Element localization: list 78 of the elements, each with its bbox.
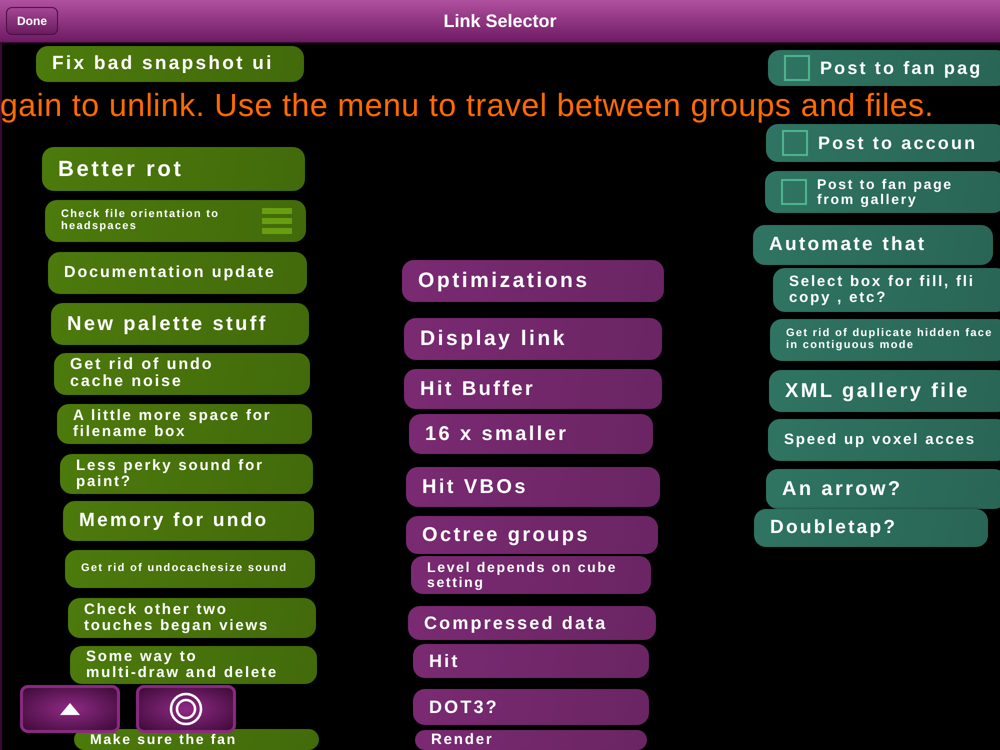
card-label: Optimizations xyxy=(418,270,591,292)
card-label: 16 x smaller xyxy=(425,424,570,444)
card-label: Check other two touches began views xyxy=(84,602,270,634)
card-label: Better rot xyxy=(58,157,184,181)
card-label: Post to fan pag xyxy=(820,58,984,78)
up-button[interactable] xyxy=(20,685,120,733)
card-label: Post to fan page from gallery xyxy=(817,177,954,207)
card-label: Octree groups xyxy=(422,524,591,546)
task-card[interactable]: 16 x smaller xyxy=(409,414,653,454)
task-card[interactable]: Less perky sound for paint? xyxy=(60,454,313,494)
task-card[interactable]: XML gallery file xyxy=(769,370,1000,412)
card-label: An arrow? xyxy=(782,478,904,500)
checkbox[interactable] xyxy=(784,55,810,81)
task-card[interactable]: Hit xyxy=(413,644,649,678)
done-button[interactable]: Done xyxy=(6,7,58,35)
window-title: Link Selector xyxy=(443,10,557,32)
card-label: Make sure the fan xyxy=(90,732,238,747)
task-card[interactable]: Automate that xyxy=(753,225,993,265)
card-label: New palette stuff xyxy=(67,314,269,334)
card-label: Automate that xyxy=(769,235,928,255)
task-card[interactable]: Some way to multi-draw and delete xyxy=(70,646,317,684)
card-label: Get rid of undocachesize sound xyxy=(81,563,288,575)
task-card[interactable]: Render xyxy=(415,730,647,750)
task-card[interactable]: New palette stuff xyxy=(51,303,309,345)
checkbox[interactable] xyxy=(781,179,807,205)
task-card[interactable]: Optimizations xyxy=(402,260,664,302)
card-label: Documentation update xyxy=(64,264,277,282)
task-card[interactable]: Get rid of duplicate hidden face in contiguous mode xyxy=(770,319,1000,361)
task-card[interactable]: Speed up voxel acces xyxy=(768,419,1000,461)
task-card[interactable]: DOT3? xyxy=(413,689,649,725)
task-card[interactable]: Select box for fill, fli copy , etc? xyxy=(773,268,1000,312)
task-card[interactable]: Check file orientation to headspaces xyxy=(45,200,306,242)
task-card[interactable]: Documentation update xyxy=(48,252,307,294)
task-card[interactable]: Compressed data xyxy=(408,606,656,640)
triangle-up-icon xyxy=(60,703,80,715)
card-label: Less perky sound for paint? xyxy=(76,458,265,490)
card-label: DOT3? xyxy=(429,698,500,716)
card-label: Display link xyxy=(420,328,568,350)
card-label: Level depends on cube setting xyxy=(427,560,618,590)
card-label: Compressed data xyxy=(424,614,608,632)
task-card[interactable]: Level depends on cube setting xyxy=(411,556,651,594)
card-label: Get rid of undo cache noise xyxy=(70,357,214,391)
card-label: Post to accoun xyxy=(818,134,978,152)
task-card[interactable]: Display link xyxy=(404,318,662,360)
target-icon xyxy=(169,692,203,726)
hint-text: gain to unlink. Use the menu to travel between groups and files. xyxy=(0,87,934,124)
card-label: Hit Buffer xyxy=(420,378,536,400)
target-button[interactable] xyxy=(136,685,236,733)
task-card[interactable]: Hit VBOs xyxy=(406,467,660,507)
task-card[interactable]: Doubletap? xyxy=(754,509,988,547)
task-card[interactable]: Post to accoun xyxy=(766,124,1000,162)
reorder-icon[interactable] xyxy=(262,208,292,234)
card-label: A little more space for filename box xyxy=(73,408,272,440)
checkbox[interactable] xyxy=(782,130,808,156)
card-label: Doubletap? xyxy=(770,518,898,538)
card-label: Get rid of duplicate hidden face in contiguous mode xyxy=(786,328,994,352)
task-card[interactable]: Post to fan pag xyxy=(768,50,1000,86)
task-card[interactable]: Octree groups xyxy=(406,516,658,554)
card-label: XML gallery file xyxy=(785,380,971,402)
card-label: Some way to multi-draw and delete xyxy=(86,649,279,681)
task-card[interactable]: An arrow? xyxy=(766,469,1000,509)
task-card[interactable]: Check other two touches began views xyxy=(68,598,316,638)
card-label: Check file orientation to headspaces xyxy=(61,209,220,233)
task-card[interactable]: Get rid of undocachesize sound xyxy=(65,550,315,588)
card-label: Render xyxy=(431,732,494,748)
task-card[interactable]: Better rot xyxy=(42,147,305,191)
task-card[interactable]: A little more space for filename box xyxy=(57,404,312,444)
task-card[interactable]: Hit Buffer xyxy=(404,369,662,409)
card-label: Hit VBOs xyxy=(422,476,529,498)
task-card[interactable]: Fix bad snapshot ui xyxy=(36,46,304,82)
task-card[interactable]: Memory for undo xyxy=(63,501,314,541)
task-card[interactable]: Post to fan page from gallery xyxy=(765,171,1000,213)
card-label: Fix bad snapshot ui xyxy=(52,54,275,74)
card-label: Memory for undo xyxy=(79,511,270,531)
task-card[interactable]: Get rid of undo cache noise xyxy=(54,353,310,395)
card-label: Speed up voxel acces xyxy=(784,432,977,448)
card-label: Select box for fill, fli copy , etc? xyxy=(789,274,976,306)
card-label: Hit xyxy=(429,652,460,670)
